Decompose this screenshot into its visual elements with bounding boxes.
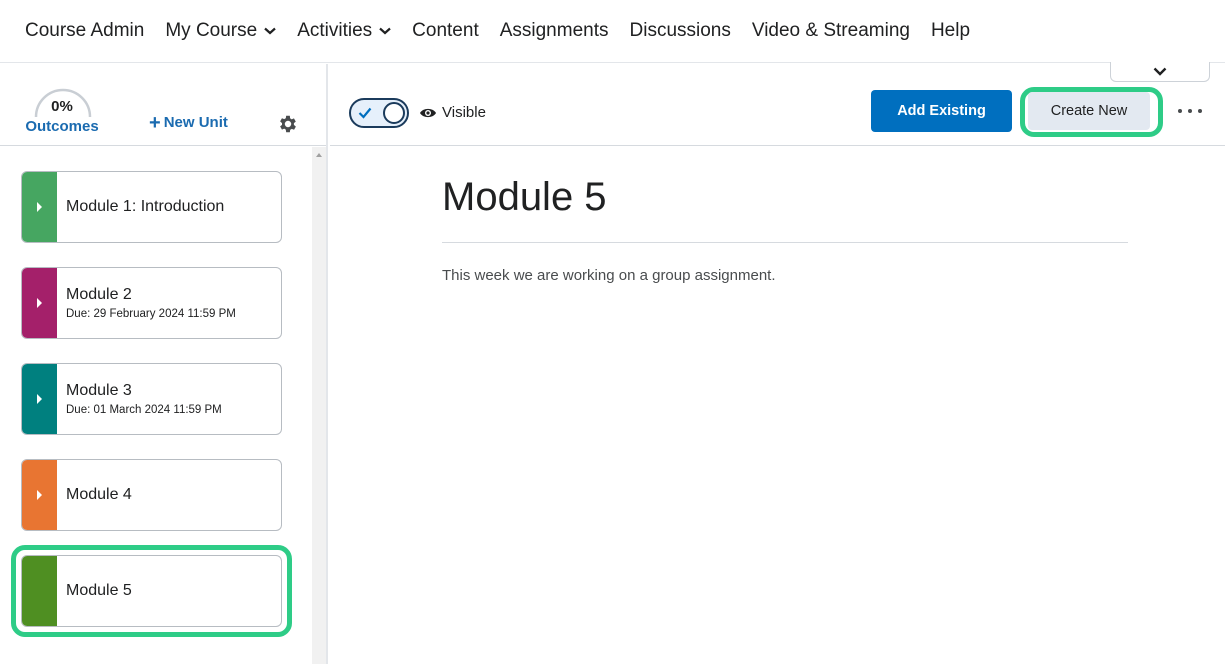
module-card-1[interactable]: Module 1: Introduction: [21, 171, 282, 243]
module-color-bar: [22, 172, 57, 242]
nav-course-admin[interactable]: Course Admin: [25, 20, 144, 42]
toggle-knob: [383, 102, 405, 124]
nav-content[interactable]: Content: [412, 20, 479, 42]
nav-discussions[interactable]: Discussions: [630, 20, 731, 42]
module-title: Module 5: [66, 582, 132, 599]
nav-help[interactable]: Help: [931, 20, 970, 42]
module-due-date: Due: 01 March 2024 11:59 PM: [66, 404, 222, 416]
module-card-3[interactable]: Module 3 Due: 01 March 2024 11:59 PM: [21, 363, 282, 435]
module-color-bar: [22, 268, 57, 338]
visibility-status: Visible: [419, 104, 486, 121]
nav-video-streaming-label: Video & Streaming: [751, 20, 910, 41]
new-unit-button[interactable]: + New Unit: [149, 111, 228, 134]
module-due-date: Due: 29 February 2024 11:59 PM: [66, 308, 236, 320]
add-existing-button[interactable]: Add Existing: [871, 90, 1012, 132]
module-card-5[interactable]: Module 5: [21, 555, 282, 627]
module-title: Module 3: [66, 382, 132, 399]
outcomes-percent: 0%: [51, 98, 73, 115]
module-description: This week we are working on a group assi…: [442, 267, 776, 284]
chevron-down-icon: [264, 27, 276, 35]
nav-activities-label: Activities: [297, 20, 373, 41]
nav-activities[interactable]: Activities: [297, 20, 391, 42]
more-options-icon[interactable]: [1178, 104, 1202, 118]
caret-right-icon: [37, 394, 42, 404]
module-title: Module 1: Introduction: [66, 198, 225, 215]
page-title: Module 5: [442, 175, 607, 219]
module-list: Module 1: Introduction Module 2 Due: 29 …: [0, 147, 312, 664]
caret-right-icon: [37, 298, 42, 308]
new-unit-label: New Unit: [163, 114, 228, 131]
top-navigation: Course Admin My Course Activities Conten…: [0, 0, 1225, 63]
nav-my-course[interactable]: My Course: [165, 20, 276, 42]
module-title: Module 2: [66, 286, 132, 303]
sidebar-header: 0% Outcomes + New Unit: [0, 64, 326, 146]
caret-right-icon: [37, 202, 42, 212]
nav-my-course-label: My Course: [165, 20, 258, 41]
scroll-up-arrow-icon[interactable]: [316, 153, 322, 157]
plus-icon: +: [149, 111, 161, 134]
nav-discussions-label: Discussions: [629, 20, 731, 41]
nav-course-admin-label: Course Admin: [25, 20, 145, 41]
nav-assignments[interactable]: Assignments: [500, 20, 609, 42]
outcomes-label: Outcomes: [25, 118, 99, 135]
sidebar-scrollbar[interactable]: [312, 147, 326, 664]
nav-assignments-label: Assignments: [499, 20, 609, 41]
module-content: Module 5 This week we are working on a g…: [442, 147, 1128, 284]
eye-icon: [420, 108, 436, 117]
visibility-label: Visible: [442, 104, 486, 121]
nav-video-streaming[interactable]: Video & Streaming: [752, 20, 910, 42]
nav-help-label: Help: [930, 20, 971, 41]
outcomes-button[interactable]: 0% Outcomes: [22, 86, 104, 136]
gear-icon[interactable]: [277, 113, 299, 140]
check-icon: [358, 106, 372, 124]
module-title: Module 4: [66, 486, 132, 503]
module-card-2[interactable]: Module 2 Due: 29 February 2024 11:59 PM: [21, 267, 282, 339]
chevron-down-icon: [379, 27, 391, 35]
caret-right-icon: [37, 490, 42, 500]
module-color-bar: [22, 556, 57, 626]
title-divider: [442, 242, 1128, 243]
module-card-4[interactable]: Module 4: [21, 459, 282, 531]
create-new-button[interactable]: Create New: [1028, 92, 1150, 130]
sidebar: 0% Outcomes + New Unit Module 1: Introdu…: [0, 64, 328, 664]
nav-content-label: Content: [412, 20, 479, 41]
module-color-bar: [22, 364, 57, 434]
module-color-bar: [22, 460, 57, 530]
content-toolbar: Visible Add Existing Create New: [330, 64, 1225, 146]
visibility-toggle[interactable]: [349, 98, 409, 128]
